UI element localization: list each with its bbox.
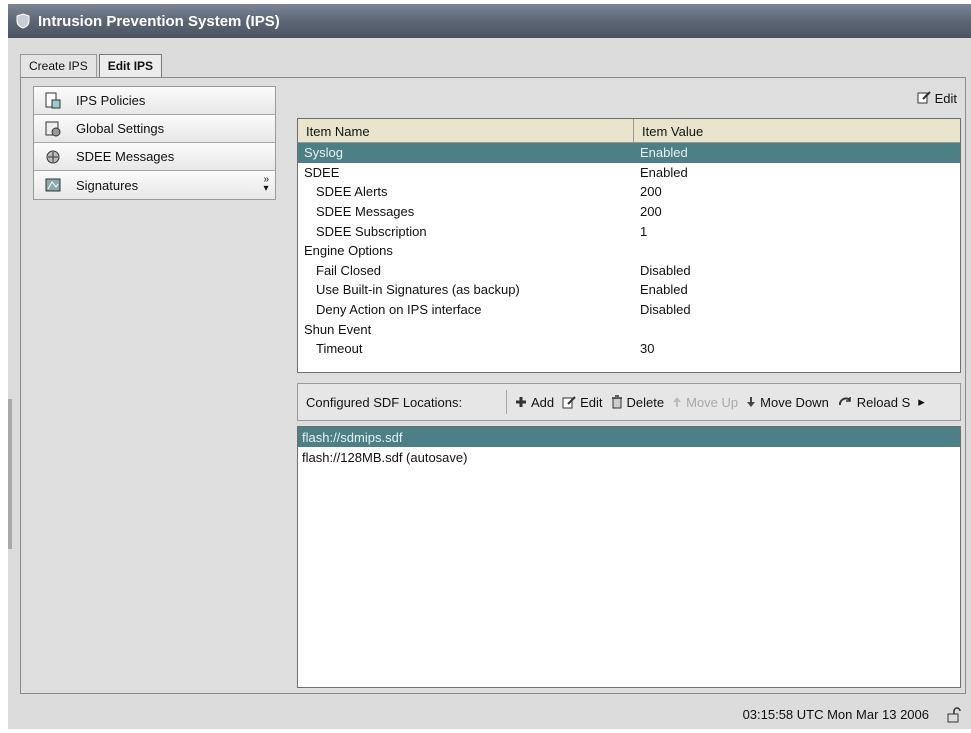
reload-button-label: Reload S	[856, 394, 911, 410]
table-row[interactable]: Engine Options	[298, 241, 960, 261]
reload-button[interactable]: Reload S	[837, 395, 910, 410]
delete-button-label: Delete	[626, 394, 665, 410]
cell-item-name: SDEE Subscription	[316, 223, 427, 239]
table-row[interactable]: Syslog Enabled	[298, 143, 960, 163]
cell-item-value: 1	[640, 223, 648, 239]
sidebar-item-signatures[interactable]: Signatures » ▾	[34, 171, 275, 199]
messages-icon	[44, 148, 62, 166]
move-up-button[interactable]: Move Up	[672, 395, 738, 410]
policy-icon	[44, 92, 62, 110]
sdf-locations-label: Configured SDF Locations:	[306, 394, 463, 410]
cell-item-name: SDEE Alerts	[316, 184, 388, 200]
more-arrows-icon[interactable]: » ▾	[263, 175, 269, 194]
tab-edit-ips[interactable]: Edit IPS	[98, 54, 163, 78]
table-header: Item Name Item Value	[298, 119, 960, 143]
sdf-location-list: flash://sdmips.sdf flash://128MB.sdf (au…	[297, 426, 961, 688]
sidebar-item-label: Signatures	[76, 177, 139, 193]
cell-item-name: SDEE	[304, 164, 340, 180]
window-edge	[8, 399, 12, 549]
edit-button-label: Edit	[934, 91, 957, 106]
cell-item-name: Deny Action on IPS interface	[316, 302, 482, 318]
trash-icon	[611, 395, 623, 409]
cell-item-name: SDEE Messages	[316, 204, 415, 220]
status-bar: 03:15:58 UTC Mon Mar 13 2006	[8, 700, 971, 729]
table-row[interactable]: SDEE Alerts 200	[298, 182, 960, 202]
edit-icon	[562, 395, 576, 409]
move-up-button-label: Move Up	[686, 394, 739, 410]
list-item[interactable]: flash://128MB.sdf (autosave)	[298, 447, 960, 467]
settings-table: Item Name Item Value Syslog Enabled SDEE…	[297, 118, 961, 373]
cell-item-name: Syslog	[304, 145, 344, 161]
cell-item-name: Fail Closed	[316, 262, 382, 278]
table-row[interactable]: Fail Closed Disabled	[298, 261, 960, 281]
window-title: Intrusion Prevention System (IPS)	[38, 12, 280, 30]
cell-item-name: Shun Event	[304, 321, 372, 337]
add-button-label: Add	[531, 394, 555, 410]
table-row[interactable]: Deny Action on IPS interface Disabled	[298, 300, 960, 320]
cell-item-value: Enabled	[640, 145, 688, 161]
tab-create-ips[interactable]: Create IPS	[20, 54, 97, 78]
edit-icon	[917, 90, 931, 107]
move-down-button[interactable]: Move Down	[746, 395, 829, 410]
unlocked-icon	[947, 706, 961, 723]
delete-button[interactable]: Delete	[611, 394, 665, 410]
table-row[interactable]: SDEE Enabled	[298, 163, 960, 183]
status-datetime: 03:15:58 UTC Mon Mar 13 2006	[742, 707, 929, 722]
cell-item-value: Disabled	[640, 302, 691, 318]
reload-icon	[837, 395, 853, 409]
cell-item-name: Engine Options	[304, 243, 393, 259]
signatures-icon	[44, 176, 62, 194]
cell-item-value: 200	[640, 204, 662, 220]
settings-icon	[44, 120, 62, 138]
cell-item-name: Use Built-in Signatures (as backup)	[316, 282, 520, 298]
cell-item-name: Timeout	[316, 341, 363, 357]
sidebar-item-label: IPS Policies	[76, 93, 146, 108]
cell-item-value: Enabled	[640, 282, 688, 298]
move-down-button-label: Move Down	[760, 394, 829, 410]
cell-item-value: Enabled	[640, 164, 688, 180]
column-header-item-name[interactable]: Item Name	[298, 119, 634, 142]
column-header-item-value[interactable]: Item Value	[634, 119, 711, 142]
table-row[interactable]: Shun Event	[298, 319, 960, 339]
list-item[interactable]: flash://sdmips.sdf	[298, 427, 960, 447]
add-button[interactable]: Add	[515, 395, 554, 410]
toolbar-separator	[506, 390, 507, 414]
table-row[interactable]: SDEE Subscription 1	[298, 221, 960, 241]
cell-item-value: 200	[640, 184, 662, 200]
edit-sdf-button[interactable]: Edit	[562, 394, 603, 410]
sidebar-item-global-settings[interactable]: Global Settings	[34, 115, 275, 143]
sidebar: IPS Policies Global Settings SDEE Messag…	[33, 86, 276, 200]
window-title-bar: Intrusion Prevention System (IPS)	[8, 4, 971, 38]
table-row[interactable]: Timeout 30	[298, 339, 960, 359]
add-icon	[515, 396, 527, 408]
toolbar-overflow-icon[interactable]: ▸	[918, 394, 925, 410]
table-row[interactable]: SDEE Messages 200	[298, 202, 960, 222]
arrow-down-icon	[746, 396, 756, 408]
tab-bar: Create IPS Edit IPS	[20, 54, 164, 78]
application-window: Intrusion Prevention System (IPS) Create…	[8, 4, 971, 729]
sidebar-item-label: SDEE Messages	[76, 149, 175, 164]
cell-item-value: Disabled	[640, 262, 691, 278]
sidebar-item-label: Global Settings	[76, 121, 165, 136]
table-row[interactable]: Use Built-in Signatures (as backup) Enab…	[298, 280, 960, 300]
edit-ips-panel: IPS Policies Global Settings SDEE Messag…	[20, 77, 966, 694]
edit-button[interactable]: Edit	[917, 90, 957, 107]
arrow-up-icon	[672, 396, 682, 408]
sidebar-item-ips-policies[interactable]: IPS Policies	[34, 87, 275, 115]
sdf-toolbar: Configured SDF Locations: Add Edit Delet…	[297, 383, 961, 421]
cell-item-value: 30	[640, 341, 655, 357]
sidebar-item-sdee-messages[interactable]: SDEE Messages	[34, 143, 275, 171]
edit-sdf-button-label: Edit	[580, 394, 603, 410]
shield-icon	[16, 13, 30, 29]
